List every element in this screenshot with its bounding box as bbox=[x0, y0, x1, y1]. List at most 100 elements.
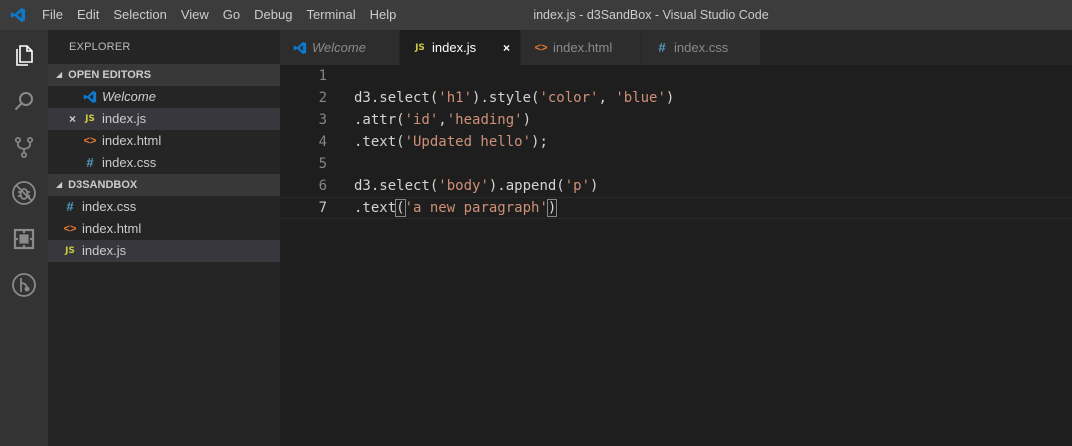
menu-debug[interactable]: Debug bbox=[247, 0, 299, 30]
tab-label: index.html bbox=[553, 40, 613, 55]
html-file-icon: <> bbox=[83, 135, 97, 147]
open-editor-index-html[interactable]: <> index.html bbox=[48, 130, 280, 152]
tab-label: Welcome bbox=[312, 40, 366, 55]
explorer-sidebar: EXPLORER ◢ OPEN EDITORS Welcome × JS ind… bbox=[48, 30, 280, 446]
search-activity-button[interactable] bbox=[0, 78, 48, 124]
tab-index-html[interactable]: <> index.html bbox=[521, 30, 642, 65]
code-text: d3.select('h1').style('color', 'blue') bbox=[354, 87, 674, 109]
code-token: ).append( bbox=[488, 178, 565, 194]
code-line[interactable]: 5 bbox=[280, 153, 1072, 175]
project-folder-header[interactable]: ◢ D3SANDBOX bbox=[48, 174, 280, 196]
debug-activity-button[interactable] bbox=[0, 170, 48, 216]
code-line[interactable]: 3 .attr('id','heading') bbox=[280, 109, 1072, 131]
code-text: .attr('id','heading') bbox=[354, 109, 531, 131]
vscode-icon bbox=[292, 41, 308, 55]
source-control-icon bbox=[14, 136, 34, 159]
code-token: .attr( bbox=[354, 112, 405, 128]
code-token: , bbox=[438, 112, 447, 128]
code-line[interactable]: 6 d3.select('body').append('p') bbox=[280, 175, 1072, 197]
code-token: ) bbox=[665, 90, 675, 106]
string-token: 'color' bbox=[539, 90, 599, 106]
css-file-icon: # bbox=[658, 40, 666, 55]
menu-terminal[interactable]: Terminal bbox=[299, 0, 362, 30]
code-token: d3.select( bbox=[354, 178, 439, 194]
file-label: index.css bbox=[82, 199, 137, 214]
js-file-icon: JS bbox=[415, 42, 425, 53]
files-icon bbox=[16, 45, 33, 66]
string-token: 'body' bbox=[438, 178, 489, 194]
code-token: , bbox=[598, 90, 616, 106]
close-icon[interactable]: × bbox=[503, 41, 510, 55]
code-line[interactable]: 7 .text('a new paragraph') bbox=[280, 197, 1072, 219]
line-number: 7 bbox=[318, 200, 327, 216]
menu-edit[interactable]: Edit bbox=[70, 0, 106, 30]
line-number: 3 bbox=[318, 112, 327, 128]
menu-selection[interactable]: Selection bbox=[106, 0, 173, 30]
code-editor[interactable]: 1 2 d3.select('h1').style('color', 'blue')… bbox=[280, 65, 1072, 446]
code-line[interactable]: 4 .text('Updated hello'); bbox=[280, 131, 1072, 153]
open-editor-label: index.js bbox=[102, 111, 147, 126]
git-history-icon bbox=[12, 273, 36, 297]
code-text: .text('a new paragraph') bbox=[354, 198, 558, 218]
code-token: d3.select( bbox=[354, 90, 439, 106]
menu-help[interactable]: Help bbox=[363, 0, 404, 30]
open-editor-index-css[interactable]: # index.css bbox=[48, 152, 280, 174]
menu-file[interactable]: File bbox=[35, 0, 70, 30]
open-editor-welcome[interactable]: Welcome bbox=[48, 86, 280, 108]
explorer-activity-button[interactable] bbox=[0, 32, 48, 78]
string-token: 'blue' bbox=[615, 90, 666, 106]
close-icon[interactable]: × bbox=[69, 108, 76, 130]
html-file-icon: <> bbox=[534, 41, 548, 54]
js-file-icon: JS bbox=[65, 246, 75, 256]
open-editors-header[interactable]: ◢ OPEN EDITORS bbox=[48, 64, 280, 86]
sidebar-title: EXPLORER bbox=[69, 41, 131, 53]
tab-index-css[interactable]: # index.css bbox=[642, 30, 761, 65]
caret-down-icon: ◢ bbox=[56, 70, 63, 79]
css-file-icon: # bbox=[86, 155, 94, 170]
file-index-js[interactable]: JS index.js bbox=[48, 240, 280, 262]
bracket-token: ( bbox=[395, 199, 406, 217]
string-token: 'p' bbox=[564, 178, 591, 194]
file-index-html[interactable]: <> index.html bbox=[48, 218, 280, 240]
tab-index-js[interactable]: JS index.js × bbox=[400, 30, 521, 65]
js-file-icon: JS bbox=[85, 114, 95, 124]
debug-icon bbox=[12, 181, 36, 205]
menu-view[interactable]: View bbox=[174, 0, 216, 30]
code-token: ) bbox=[590, 178, 599, 194]
open-editor-label: Welcome bbox=[102, 89, 156, 104]
string-token: 'h1' bbox=[438, 90, 473, 106]
editor-tab-bar: Welcome JS index.js × <> index.html # in… bbox=[280, 30, 1072, 65]
menu-bar: File Edit Selection View Go Debug Terminal Help bbox=[35, 0, 403, 30]
tab-label: index.js bbox=[432, 40, 477, 55]
string-token: 'a new paragraph' bbox=[404, 200, 548, 216]
vscode-logo-icon bbox=[0, 0, 35, 30]
code-token: ).style( bbox=[472, 90, 540, 106]
code-line[interactable]: 2 d3.select('h1').style('color', 'blue') bbox=[280, 87, 1072, 109]
code-line[interactable]: 1 bbox=[280, 65, 1072, 87]
code-token: .text( bbox=[354, 134, 405, 150]
line-number: 6 bbox=[318, 178, 327, 194]
open-editor-label: index.html bbox=[102, 133, 162, 148]
project-folder-label: D3SANDBOX bbox=[68, 179, 138, 191]
html-file-icon: <> bbox=[63, 223, 77, 235]
caret-down-icon: ◢ bbox=[56, 180, 63, 189]
tab-label: index.css bbox=[674, 40, 729, 55]
code-token: ) bbox=[522, 112, 532, 128]
code-text: .text('Updated hello'); bbox=[354, 131, 548, 153]
tab-welcome[interactable]: Welcome bbox=[280, 30, 400, 65]
extensions-activity-button[interactable] bbox=[0, 216, 48, 262]
file-index-css[interactable]: # index.css bbox=[48, 196, 280, 218]
git-history-activity-button[interactable] bbox=[0, 262, 48, 308]
open-editors-label: OPEN EDITORS bbox=[68, 69, 152, 81]
code-token: ); bbox=[531, 134, 548, 150]
file-label: index.js bbox=[82, 243, 127, 258]
title-bar: File Edit Selection View Go Debug Terminal Help… bbox=[0, 0, 1072, 30]
open-editor-index-js[interactable]: × JS index.js bbox=[48, 108, 280, 130]
open-editor-label: index.css bbox=[102, 155, 157, 170]
source-control-activity-button[interactable] bbox=[0, 124, 48, 170]
line-number: 4 bbox=[318, 134, 327, 150]
menu-go[interactable]: Go bbox=[216, 0, 247, 30]
code-text: d3.select('body').append('p') bbox=[354, 175, 598, 197]
css-file-icon: # bbox=[66, 199, 74, 214]
file-label: index.html bbox=[82, 221, 142, 236]
